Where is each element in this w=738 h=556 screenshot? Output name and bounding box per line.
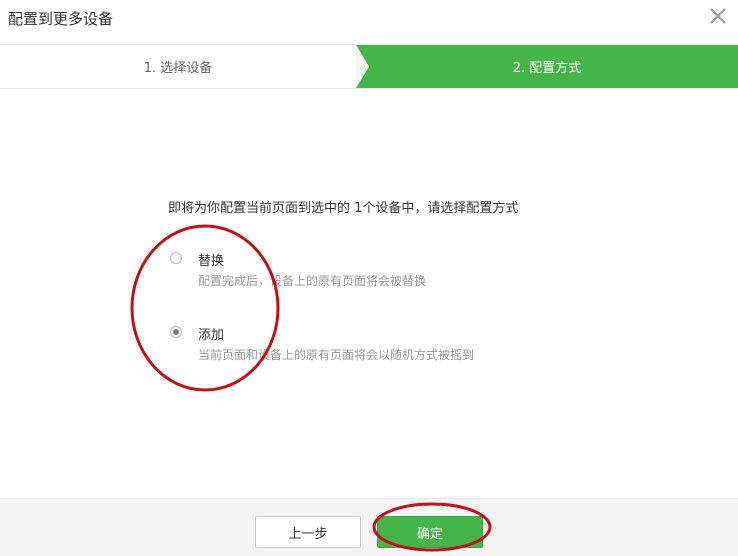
option-replace-label: 替换 bbox=[198, 254, 225, 269]
confirm-button[interactable]: 确定 bbox=[377, 516, 483, 548]
dialog-title: 配置到更多设备 bbox=[8, 10, 114, 28]
config-prompt: 即将为你配置当前页面到选中的 1个设备中，请选择配置方式 bbox=[168, 201, 519, 216]
dialog-header: 配置到更多设备 bbox=[0, 0, 738, 37]
step-1: 1. 选择设备 bbox=[0, 45, 356, 88]
step-1-label: 1. 选择设备 bbox=[143, 61, 213, 76]
dialog-footer: 上一步 确定 bbox=[0, 498, 738, 556]
option-add-description: 当前页面和设备上的原有页面将会以随机方式被摇到 bbox=[198, 348, 475, 362]
prev-step-button[interactable]: 上一步 bbox=[255, 516, 361, 548]
radio-add[interactable] bbox=[170, 326, 182, 338]
step-indicator: 1. 选择设备 2. 配置方式 bbox=[0, 44, 738, 89]
step-2: 2. 配置方式 bbox=[356, 45, 738, 88]
step-2-label: 2. 配置方式 bbox=[512, 61, 582, 76]
close-icon[interactable] bbox=[708, 6, 728, 26]
radio-replace[interactable] bbox=[170, 252, 182, 264]
option-add-label: 添加 bbox=[198, 328, 225, 343]
option-replace-description: 配置完成后，设备上的原有页面将会被替换 bbox=[198, 274, 427, 288]
